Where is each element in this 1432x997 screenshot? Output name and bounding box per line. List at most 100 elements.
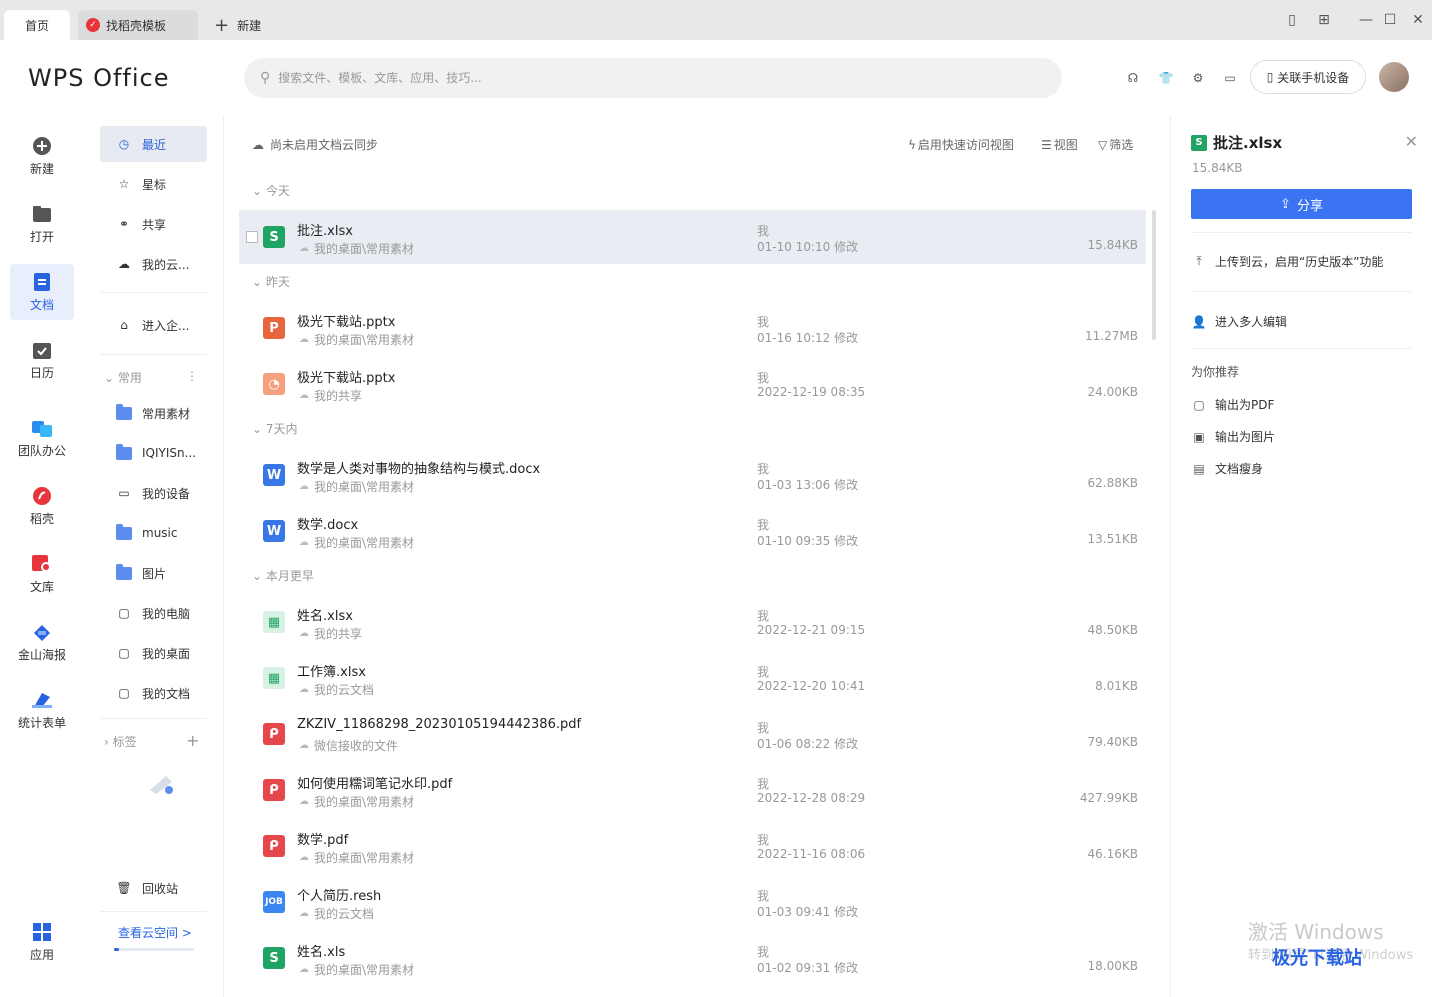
- file-row[interactable]: W 数学是人类对事物的抽象结构与模式.docx ☁ 我的桌面\常用素材 我 01-…: [239, 448, 1146, 502]
- nav-daoke[interactable]: 稻壳: [10, 478, 74, 534]
- sidebar-item-device[interactable]: ▭ 我的设备: [100, 475, 207, 511]
- common-section-header[interactable]: ⌄ 常用: [104, 369, 142, 386]
- file-row[interactable]: ᑭ 如何使用糯词笔记水印.pdf ☁ 我的桌面\常用素材 我 2022-12-28…: [239, 763, 1146, 817]
- view-cloud-space-link[interactable]: 查看云空间 >: [118, 924, 192, 941]
- close-window-icon[interactable]: ✕: [1408, 10, 1428, 30]
- share-button[interactable]: ⇪ 分享: [1191, 189, 1412, 219]
- maximize-icon[interactable]: ☐: [1380, 10, 1400, 30]
- cloud-status-icon: ☁: [299, 334, 309, 345]
- group-earlier[interactable]: ⌄ 本月更早: [252, 567, 314, 584]
- grid-view-icon[interactable]: ⊞: [1314, 10, 1334, 30]
- file-time: 2022-11-16 08:06: [757, 847, 866, 861]
- file-owner: 我: [757, 224, 770, 238]
- sidebar-item-shared[interactable]: ⚭ 共享: [100, 206, 207, 242]
- star-icon: ☆: [118, 177, 130, 191]
- sidebar-item-recycle[interactable]: 🗑 回收站: [100, 870, 207, 906]
- nav-docs[interactable]: 文档: [10, 264, 74, 320]
- file-row[interactable]: ◔ 极光下载站.pptx ☁ 我的共享 我 2022-12-19 08:35 24…: [239, 357, 1146, 411]
- minimize-icon[interactable]: —: [1356, 10, 1376, 30]
- file-time: 01-02 09:31 修改: [757, 961, 859, 975]
- upload-cloud-item[interactable]: ⤒ 上传到云，启用“历史版本”功能: [1191, 253, 1383, 270]
- cloud-sync-label: 尚未启用文档云同步: [270, 138, 379, 152]
- search-box[interactable]: ⚲: [244, 58, 1062, 98]
- headset-icon[interactable]: ☊: [1122, 67, 1144, 89]
- scrollbar[interactable]: [1152, 210, 1156, 340]
- row-checkbox[interactable]: [246, 231, 258, 243]
- new-tab-button[interactable]: + 新建: [212, 10, 292, 40]
- quick-view-button[interactable]: ϟ 启用快速访问视图: [908, 136, 1014, 153]
- close-icon[interactable]: ✕: [1405, 132, 1418, 151]
- group-yesterday-label: 昨天: [265, 275, 290, 289]
- share-nodes-icon: ⚭: [118, 217, 130, 231]
- sidebar-item-computer[interactable]: ▢ 我的电脑: [100, 595, 207, 631]
- file-row[interactable]: ᑭ 数学.pdf ☁ 我的桌面\常用素材 我 2022-11-16 08:06 4…: [239, 819, 1146, 873]
- nav-calendar[interactable]: 日历: [10, 332, 74, 388]
- sidebar-item-star[interactable]: ☆ 星标: [100, 166, 207, 202]
- nav-new[interactable]: 新建: [10, 128, 74, 184]
- file-row[interactable]: JOB 个人简历.resh ☁ 我的云文档 我 01-03 09:41 修改: [239, 875, 1146, 929]
- sidebar-item-documents[interactable]: ▢ 我的文档: [100, 675, 207, 711]
- nav-open-label: 打开: [29, 229, 54, 244]
- divider: [100, 911, 207, 912]
- file-row[interactable]: P 极光下载站.pptx ☁ 我的桌面\常用素材 我 01-16 10:12 修改…: [239, 301, 1146, 355]
- nav-team[interactable]: 团队办公: [10, 410, 74, 466]
- file-row[interactable]: ▦ 工作簿.xlsx ☁ 我的云文档 我 2022-12-20 10:41 8.0…: [239, 651, 1146, 705]
- group-yesterday[interactable]: ⌄ 昨天: [252, 273, 290, 290]
- tab-home[interactable]: 首页: [4, 10, 70, 40]
- layout-toggle-icon[interactable]: ▯: [1282, 10, 1302, 30]
- nav-apps[interactable]: 应用: [10, 914, 74, 970]
- tags-section-header[interactable]: › 标签: [104, 733, 137, 750]
- more-options-icon[interactable]: ⋮: [186, 369, 198, 383]
- sidebar-item-folder[interactable]: IQIYISn...: [100, 435, 207, 471]
- sidebar-mycloud-label: 我的云...: [142, 257, 190, 272]
- sidebar-item-folder[interactable]: 常用素材: [100, 395, 207, 431]
- group-today[interactable]: ⌄ 今天: [252, 182, 290, 199]
- file-path: ☁ 我的桌面\常用素材: [299, 534, 414, 551]
- search-input[interactable]: [278, 71, 979, 85]
- share-icon: ⇪: [1280, 196, 1291, 212]
- file-row[interactable]: S 姓名.xls ☁ 我的桌面\常用素材 我 01-02 09:31 修改 18.…: [239, 931, 1146, 985]
- cloud-sync-status[interactable]: ☁ 尚未启用文档云同步: [252, 136, 378, 153]
- file-detail-panel: S 批注.xlsx 15.84KB ✕ ⇪ 分享 ⤒ 上传到云，启用“历史版本”功能 …: [1170, 116, 1432, 997]
- desktop-icon: ▢: [118, 646, 130, 660]
- phone-icon: ▯: [1266, 70, 1274, 84]
- nav-forms[interactable]: 统计表单: [10, 682, 74, 738]
- skin-icon[interactable]: 👕: [1155, 67, 1177, 89]
- add-tag-icon[interactable]: +: [186, 731, 199, 750]
- sidebar-item-enterprise[interactable]: ⌂ 进入企...: [100, 307, 207, 343]
- file-path-text: 我的云文档: [314, 907, 375, 921]
- sidebar-item-recent[interactable]: ◷ 最近: [100, 126, 207, 162]
- file-row[interactable]: W 数学.docx ☁ 我的桌面\常用素材 我 01-10 09:35 修改 13…: [239, 504, 1146, 558]
- view-button[interactable]: ☰ 视图: [1041, 136, 1078, 153]
- upload-icon: ⤒: [1196, 254, 1202, 268]
- nav-poster[interactable]: 金山海报: [10, 614, 74, 670]
- group-week[interactable]: ⌄ 7天内: [252, 420, 298, 437]
- sidebar-item-folder[interactable]: music: [100, 515, 207, 551]
- sidebar-item-folder[interactable]: 图片: [100, 555, 207, 591]
- nav-library[interactable]: 文库: [10, 546, 74, 602]
- multi-edit-item[interactable]: 👤 进入多人编辑: [1191, 313, 1288, 330]
- nav-open[interactable]: 打开: [10, 196, 74, 252]
- file-row[interactable]: ▦ 姓名.xlsx ☁ 我的共享 我 2022-12-21 09:15 48.50…: [239, 595, 1146, 649]
- file-time: 2022-12-20 10:41: [757, 679, 866, 693]
- avatar[interactable]: [1379, 62, 1409, 92]
- spreadsheet-icon: S: [263, 226, 285, 248]
- link-phone-button[interactable]: ▯ 关联手机设备: [1250, 60, 1366, 94]
- tab-template[interactable]: ✓ 找稻壳模板: [78, 10, 198, 40]
- file-row[interactable]: S 批注.xlsx ☁ 我的桌面\常用素材 我 01-10 10:10 修改 15…: [239, 210, 1146, 264]
- sidebar-item-desktop[interactable]: ▢ 我的桌面: [100, 635, 207, 671]
- file-path-text: 我的共享: [314, 389, 363, 403]
- slim-doc-item[interactable]: ▤ 文档瘦身: [1191, 460, 1263, 477]
- export-pdf-item[interactable]: ▢ 输出为PDF: [1191, 396, 1274, 413]
- gear-icon[interactable]: ⚙: [1187, 67, 1209, 89]
- folder-icon: [116, 523, 132, 541]
- header: WPS Office ⚲ ☊ 👕 ⚙ ▭ ▯ 关联手机设备: [0, 40, 1432, 116]
- library-icon: [32, 554, 52, 574]
- message-icon[interactable]: ▭: [1219, 67, 1241, 89]
- export-image-item[interactable]: ▣ 输出为图片: [1191, 428, 1275, 445]
- sidebar-computer-label: 我的电脑: [142, 606, 191, 621]
- filter-button[interactable]: ▽ 筛选: [1098, 136, 1133, 153]
- sidebar-item-mycloud[interactable]: ☁ 我的云...: [100, 246, 207, 282]
- common-section-label: 常用: [117, 371, 142, 385]
- file-row[interactable]: ᑭ ZKZIV_11868298_20230105194442386.pdf ☁…: [239, 707, 1146, 761]
